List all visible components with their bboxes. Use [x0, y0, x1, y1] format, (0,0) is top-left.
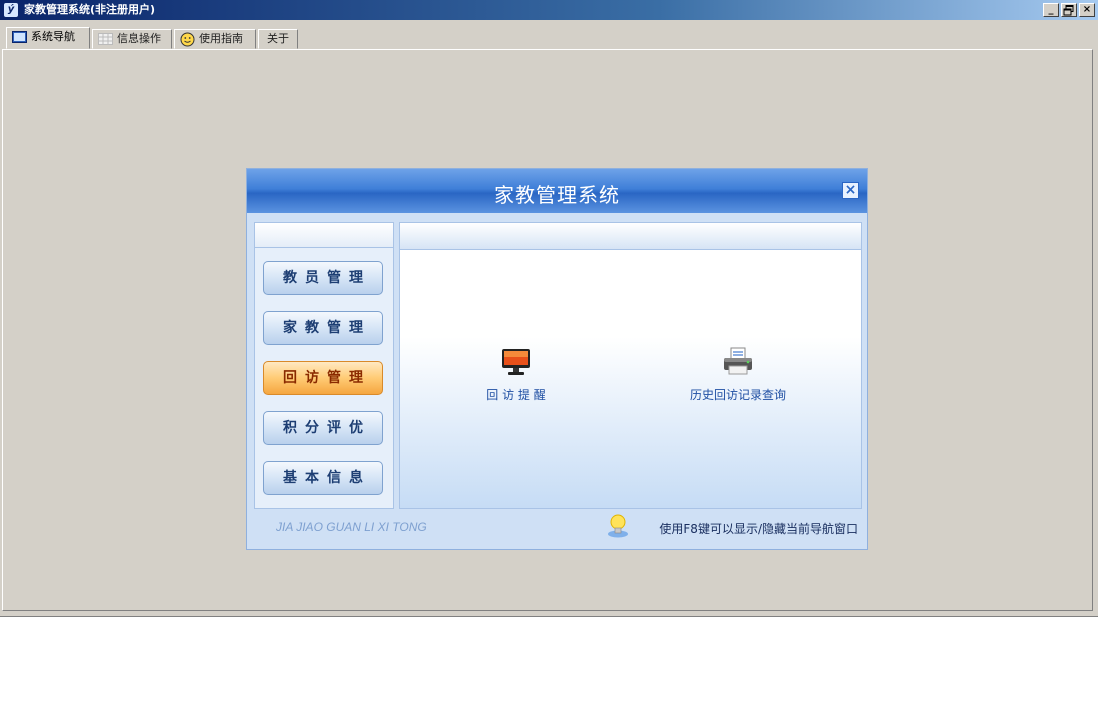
nav-button-follow-up-management[interactable]: 回访管理 — [263, 361, 383, 395]
nav-button-teacher-management[interactable]: 教员管理 — [263, 261, 383, 295]
close-button[interactable]: × — [1079, 3, 1095, 17]
title-bar: ý 家教管理系统(非注册用户) _ × — [0, 0, 1098, 20]
dialog-footer: JIA JIAO GUAN LI XI TONG 使用F8键可以显示/隐藏当前导… — [254, 511, 862, 543]
nav-button-basic-info[interactable]: 基本信息 — [263, 461, 383, 495]
dialog-close-button[interactable]: × — [842, 182, 859, 199]
tile-history-query[interactable]: 历史回访记录查询 — [673, 346, 803, 403]
navigation-dialog: 家教管理系统 × 教员管理 家教管理 回访管理 积分评优 基本信息 回 访 提 — [246, 168, 868, 550]
tile-label: 历史回访记录查询 — [689, 388, 786, 402]
tab-info-ops[interactable]: 信息操作 — [92, 29, 172, 49]
main-panel-header — [400, 223, 861, 250]
tab-label: 使用指南 — [199, 32, 243, 45]
tab-label: 信息操作 — [117, 32, 161, 45]
tab-label: 关于 — [267, 32, 289, 45]
tab-user-guide[interactable]: 使用指南 — [174, 29, 256, 49]
tile-label: 回 访 提 醒 — [486, 388, 546, 402]
app-logo-icon: ý — [4, 3, 18, 17]
nav-button-tutoring-management[interactable]: 家教管理 — [263, 311, 383, 345]
monitor-icon — [502, 349, 530, 375]
window-title: 家教管理系统(非注册用户) — [24, 3, 156, 16]
restore-icon — [1063, 5, 1074, 16]
minimize-button[interactable]: _ — [1043, 3, 1059, 17]
tile-follow-up-reminder[interactable]: 回 访 提 醒 — [466, 348, 566, 403]
dialog-header: 家教管理系统 × — [247, 169, 867, 213]
brand-text: JIA JIAO GUAN LI XI TONG — [276, 520, 427, 534]
printer-icon — [724, 347, 752, 375]
lightbulb-icon — [608, 514, 628, 538]
monitor-icon — [12, 31, 27, 43]
tab-strip: 系统导航 信息操作 使用指南 关于 — [4, 27, 1094, 49]
grid-icon — [98, 33, 113, 45]
tab-about[interactable]: 关于 — [258, 29, 298, 49]
app-window: ý 家教管理系统(非注册用户) _ × 系统导航 信息操作 使用指南 关于 家教… — [0, 0, 1098, 617]
nav-button-points-rating[interactable]: 积分评优 — [263, 411, 383, 445]
sidebar: 教员管理 家教管理 回访管理 积分评优 基本信息 — [254, 222, 394, 509]
tab-label: 系统导航 — [31, 30, 75, 43]
main-panel: 回 访 提 醒 历史回访记录查询 — [399, 222, 862, 509]
smiley-icon — [180, 32, 195, 47]
restore-button[interactable] — [1061, 3, 1077, 17]
sidebar-header — [255, 223, 393, 248]
tab-system-nav[interactable]: 系统导航 — [6, 27, 90, 49]
hint-text: 使用F8键可以显示/隐藏当前导航窗口 — [659, 522, 858, 536]
dialog-title: 家教管理系统 — [494, 183, 620, 207]
